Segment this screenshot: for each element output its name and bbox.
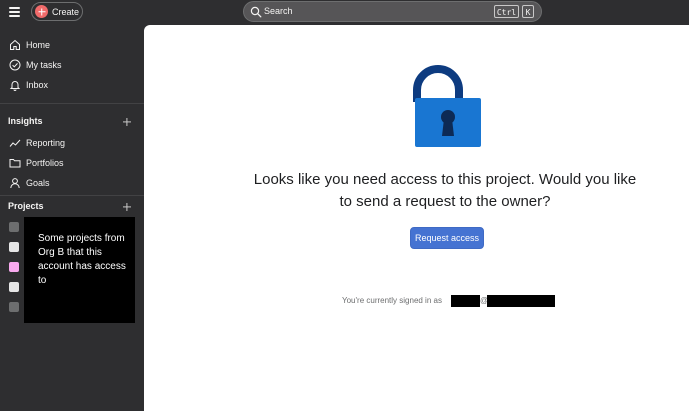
- insights-heading: Insights: [8, 116, 43, 126]
- search-input[interactable]: Search Ctrl K: [243, 1, 542, 22]
- create-button[interactable]: Create: [31, 2, 83, 21]
- create-label: Create: [52, 6, 80, 17]
- sidebar-item-label: Goals: [26, 178, 50, 188]
- add-insight-plus-icon[interactable]: [122, 117, 131, 126]
- shortcut-key-k: K: [522, 5, 534, 18]
- project-color-dot[interactable]: [9, 222, 19, 232]
- access-headline: Looks like you need access to this proje…: [253, 171, 637, 210]
- menu-icon[interactable]: [9, 6, 20, 18]
- folder-icon: [9, 159, 21, 168]
- sidebar-item-home[interactable]: Home: [0, 36, 144, 54]
- bell-icon: [9, 81, 21, 91]
- search-icon: [250, 6, 262, 18]
- signed-in-label: You're currently signed in as: [342, 296, 442, 305]
- sidebar-divider: [0, 103, 144, 104]
- plus-icon: [35, 5, 48, 18]
- sidebar-item-portfolios[interactable]: Portfolios: [0, 154, 144, 172]
- sidebar-divider: [0, 195, 144, 196]
- redacted-projects-list: Some projects from Org B that this accou…: [24, 217, 135, 323]
- projects-heading: Projects: [8, 201, 44, 211]
- shortcut-key-ctrl: Ctrl: [494, 5, 519, 18]
- sidebar-item-reporting[interactable]: Reporting: [0, 134, 144, 152]
- projects-annotation: Some projects from Org B that this accou…: [38, 233, 126, 286]
- redacted-username: [451, 295, 480, 307]
- sidebar-item-label: Portfolios: [26, 158, 64, 168]
- padlock-icon: [413, 65, 481, 147]
- sidebar-item-label: My tasks: [26, 60, 62, 70]
- project-color-dot[interactable]: [9, 302, 19, 312]
- sidebar-item-label: Reporting: [26, 138, 66, 148]
- check-circle-icon: [9, 59, 21, 71]
- sidebar-item-goals[interactable]: Goals: [0, 174, 144, 192]
- project-color-dot[interactable]: [9, 242, 19, 252]
- project-color-dot[interactable]: [9, 262, 19, 272]
- search-placeholder: Search: [264, 6, 293, 16]
- sidebar: Home My tasks Inbox Insights Reporting P…: [0, 25, 144, 411]
- top-bar: Create Search Ctrl K: [0, 0, 689, 25]
- request-access-button[interactable]: Request access: [410, 227, 484, 249]
- home-icon: [10, 39, 20, 50]
- sidebar-item-label: Inbox: [26, 80, 49, 90]
- redacted-email-domain: [487, 295, 555, 307]
- add-project-plus-icon[interactable]: [122, 202, 131, 211]
- sidebar-item-label: Home: [26, 40, 51, 50]
- sidebar-item-inbox[interactable]: Inbox: [0, 76, 144, 94]
- sidebar-item-my-tasks[interactable]: My tasks: [0, 56, 144, 74]
- project-color-dot[interactable]: [9, 282, 19, 292]
- trend-line-icon: [9, 139, 21, 147]
- person-icon: [10, 178, 20, 189]
